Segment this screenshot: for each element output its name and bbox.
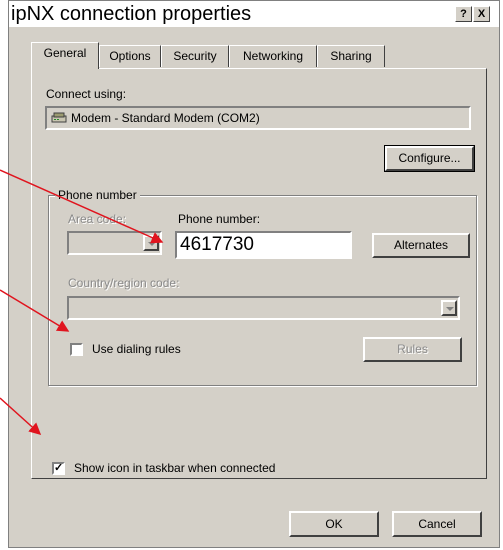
show-icon-label: Show icon in taskbar when connected	[74, 461, 276, 475]
area-code-label: Area code:	[68, 212, 127, 226]
area-code-dropdown[interactable]	[67, 231, 162, 255]
connect-device-text: Modem - Standard Modem (COM2)	[71, 111, 260, 125]
alternates-button[interactable]: Alternates	[372, 233, 470, 258]
country-region-label: Country/region code:	[68, 276, 180, 290]
phone-number-input[interactable]: 4617730	[175, 231, 352, 259]
checkmark-icon: ✓	[54, 462, 64, 474]
window-title: ipNX connection properties	[11, 3, 252, 25]
tab-sharing[interactable]: Sharing	[317, 45, 385, 67]
configure-button-label: Configure...	[398, 151, 461, 165]
tab-networking[interactable]: Networking	[229, 45, 317, 67]
rules-button[interactable]: Rules	[363, 337, 462, 362]
tab-security[interactable]: Security	[161, 45, 229, 67]
tab-general[interactable]: General	[31, 42, 99, 69]
ok-button-label: OK	[325, 517, 343, 531]
tab-label: Security	[173, 49, 217, 63]
connect-using-label: Connect using:	[46, 87, 127, 101]
tab-options[interactable]: Options	[99, 45, 161, 67]
ok-button[interactable]: OK	[289, 511, 379, 537]
title-bar[interactable]: ipNX connection properties ? X	[9, 1, 499, 27]
cancel-button[interactable]: Cancel	[392, 511, 482, 537]
area-code-chevron-icon[interactable]	[143, 235, 159, 251]
close-button[interactable]: X	[473, 6, 490, 22]
tab-label: Options	[109, 49, 151, 63]
show-icon-checkbox[interactable]: ✓	[52, 462, 65, 475]
help-icon: ?	[460, 8, 467, 20]
alternates-button-label: Alternates	[393, 238, 449, 252]
close-icon: X	[477, 8, 486, 20]
general-panel: Connect using: Modem - Standard Modem (C…	[31, 68, 487, 479]
use-dialing-rules-checkbox[interactable]	[70, 343, 83, 356]
use-dialing-rules-label: Use dialing rules	[92, 342, 181, 356]
tab-label: General	[43, 46, 87, 60]
help-button[interactable]: ?	[455, 6, 472, 22]
tab-label: Sharing	[330, 49, 372, 63]
country-region-dropdown[interactable]	[67, 296, 460, 320]
tab-label: Networking	[242, 49, 304, 63]
country-chevron-icon[interactable]	[441, 300, 457, 316]
phone-number-label: Phone number:	[178, 212, 261, 226]
configure-button[interactable]: Configure...	[384, 145, 475, 172]
phone-number-value: 4617730	[180, 234, 254, 255]
rules-button-label: Rules	[397, 342, 428, 356]
dialog-window: ipNX connection properties ? X General O…	[8, 0, 500, 548]
cancel-button-label: Cancel	[418, 517, 456, 531]
connect-device-field: Modem - Standard Modem (COM2)	[45, 106, 471, 130]
modem-icon	[51, 111, 67, 125]
phone-group-title: Phone number	[55, 188, 140, 202]
